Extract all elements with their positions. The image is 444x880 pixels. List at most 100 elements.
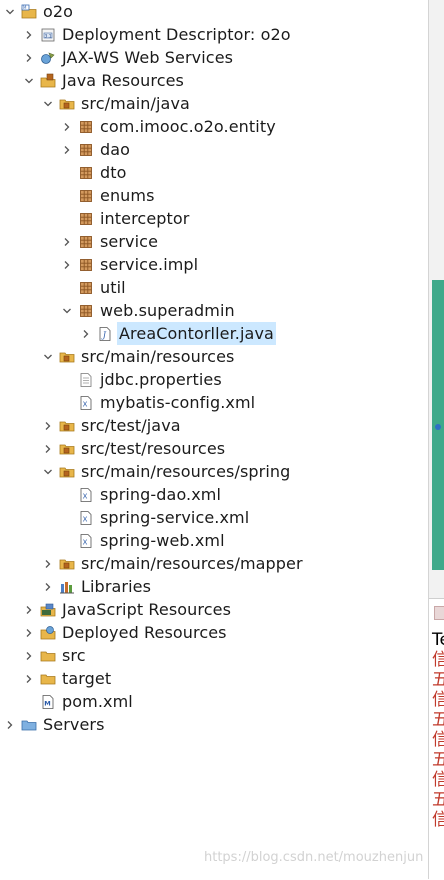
chevron-right-icon[interactable]: [61, 253, 73, 276]
tree-item-deployed-resources[interactable]: Deployed Resources: [23, 621, 227, 644]
tree-item-interceptor[interactable]: interceptor: [61, 207, 189, 230]
tree-item-web-superadmin[interactable]: web.superadmin: [61, 299, 235, 322]
tree-item-src[interactable]: src: [23, 644, 86, 667]
chevron-right-icon[interactable]: [23, 598, 35, 621]
chevron-right-icon[interactable]: [23, 23, 35, 46]
tree-item-src-main-java[interactable]: src/main/java: [42, 92, 190, 115]
tree-item-libraries[interactable]: Libraries: [42, 575, 151, 598]
chevron-right-icon[interactable]: [61, 138, 73, 161]
tree-item-java-resources[interactable]: Java Resources: [23, 69, 184, 92]
tree-item-label: Servers: [43, 715, 105, 734]
chevron-right-icon[interactable]: [42, 414, 54, 437]
package-icon: [78, 211, 94, 227]
tree-item-label: dto: [100, 163, 127, 182]
tree-item-label: util: [100, 278, 126, 297]
chevron-down-icon[interactable]: [42, 92, 54, 115]
tree-item-target[interactable]: target: [23, 667, 111, 690]
tree-item-util[interactable]: util: [61, 276, 126, 299]
tree-item-service-impl[interactable]: service.impl: [61, 253, 198, 276]
tree-item-spring-service-xml[interactable]: Xspring-service.xml: [61, 506, 249, 529]
svg-text:M: M: [44, 699, 50, 707]
chevron-right-icon[interactable]: [42, 575, 54, 598]
console-line: 五: [432, 750, 444, 770]
svg-text:X: X: [83, 400, 88, 408]
console-output: Te信五信五信五信五信: [432, 630, 444, 830]
tree-item-enums[interactable]: enums: [61, 184, 155, 207]
console-line: Te: [432, 630, 444, 650]
tree-item-label: spring-service.xml: [100, 508, 250, 527]
tree-item-src-main-resources[interactable]: src/main/resources: [42, 345, 234, 368]
chevron-down-icon[interactable]: [42, 345, 54, 368]
chevron-right-icon[interactable]: [61, 230, 73, 253]
tree-item-service[interactable]: service: [61, 230, 158, 253]
tree-item-label: spring-dao.xml: [100, 485, 222, 504]
console-line: 信: [432, 810, 444, 830]
tree-item-javascript-resources[interactable]: JavaScript Resources: [23, 598, 231, 621]
chevron-right-icon[interactable]: [42, 552, 54, 575]
tree-item-com-imooc-o2o-entity[interactable]: com.imooc.o2o.entity: [61, 115, 276, 138]
chevron-down-icon[interactable]: [61, 299, 73, 322]
console-icon[interactable]: [434, 606, 444, 620]
source-folder-icon: [59, 349, 75, 365]
package-icon: [78, 257, 94, 273]
tree-item-label: src/main/java: [81, 94, 190, 113]
tree-item-dto[interactable]: dto: [61, 161, 127, 184]
console-line: 信: [432, 730, 444, 750]
package-icon: [78, 188, 94, 204]
source-folder-icon: [59, 96, 75, 112]
tree-item-label: src/main/resources/spring: [81, 462, 291, 481]
tree-item-label: Deployed Resources: [62, 623, 227, 642]
tree-item-src-test-java[interactable]: src/test/java: [42, 414, 181, 437]
tree-item-label: Libraries: [81, 577, 152, 596]
java-resources-icon: [40, 73, 56, 89]
xml-file-icon: X: [78, 533, 94, 549]
web-services-icon: [40, 50, 56, 66]
tree-item-label: dao: [100, 140, 131, 159]
tree-item-label: src/test/resources: [81, 439, 226, 458]
svg-text:M: M: [23, 5, 27, 10]
tree-item-label: enums: [100, 186, 155, 205]
svg-text:3.1: 3.1: [45, 33, 52, 39]
tree-item-label: com.imooc.o2o.entity: [100, 117, 276, 136]
tree-item-label: src/test/java: [81, 416, 181, 435]
chevron-right-icon[interactable]: [23, 667, 35, 690]
tree-item-label: JavaScript Resources: [62, 600, 231, 619]
tree-item-o2o[interactable]: Mo2o: [4, 0, 73, 23]
chevron-down-icon[interactable]: [4, 0, 16, 23]
chevron-right-icon[interactable]: [42, 437, 54, 460]
tree-item-src-main-resources-spring[interactable]: src/main/resources/spring: [42, 460, 290, 483]
tree-item-jdbc-properties[interactable]: jdbc.properties: [61, 368, 222, 391]
tree-item-label: pom.xml: [62, 692, 133, 711]
tree-item-src-main-resources-mapper[interactable]: src/main/resources/mapper: [42, 552, 303, 575]
tree-item-areacontorller-java[interactable]: J AreaContorller.java: [80, 322, 276, 345]
chevron-down-icon[interactable]: [23, 69, 35, 92]
tree-item-dao[interactable]: dao: [61, 138, 130, 161]
tree-item-jax-ws-web-services[interactable]: JAX-WS Web Services: [23, 46, 233, 69]
javascript-resources-icon: [40, 602, 56, 618]
chevron-right-icon[interactable]: [4, 713, 16, 736]
scroll-marker: [435, 424, 441, 430]
tree-item-src-test-resources[interactable]: src/test/resources: [42, 437, 225, 460]
tree-item-label: AreaContorller.java: [117, 322, 276, 345]
tree-item-mybatis-config-xml[interactable]: Xmybatis-config.xml: [61, 391, 255, 414]
chevron-right-icon[interactable]: [80, 322, 92, 345]
libraries-icon: [59, 579, 75, 595]
chevron-right-icon[interactable]: [23, 46, 35, 69]
servers-folder-icon: [21, 717, 37, 733]
java-file-icon: J: [97, 326, 113, 342]
chevron-right-icon[interactable]: [23, 644, 35, 667]
web-project-icon: M: [21, 4, 37, 20]
chevron-down-icon[interactable]: [42, 460, 54, 483]
tree-item-pom-xml[interactable]: Mpom.xml: [23, 690, 133, 713]
tree-item-deployment-descriptor-o2o[interactable]: 3.1 Deployment Descriptor: o2o: [23, 23, 291, 46]
tree-item-spring-dao-xml[interactable]: Xspring-dao.xml: [61, 483, 221, 506]
chevron-right-icon[interactable]: [23, 621, 35, 644]
tree-item-servers[interactable]: Servers: [4, 713, 105, 736]
console-line: 信: [432, 690, 444, 710]
tree-item-spring-web-xml[interactable]: Xspring-web.xml: [61, 529, 225, 552]
chevron-right-icon[interactable]: [61, 115, 73, 138]
package-icon: [78, 234, 94, 250]
console-line: 五: [432, 670, 444, 690]
source-folder-icon: [59, 418, 75, 434]
tree-item-label: JAX-WS Web Services: [62, 48, 234, 67]
